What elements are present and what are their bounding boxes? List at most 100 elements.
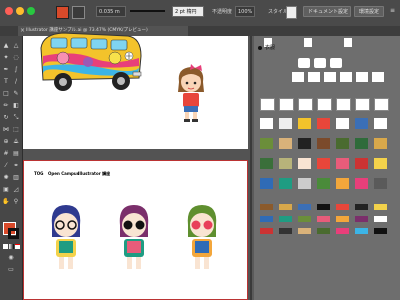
brush-definition-field[interactable]: 2 pt 楕円 [172,6,204,17]
selection-tool-icon[interactable]: ▲ [2,42,10,50]
minimize-window-icon[interactable] [16,7,24,15]
clothing-item[interactable] [317,138,330,149]
clothing-item[interactable] [260,98,275,111]
pants-item[interactable] [374,228,387,234]
pants-item[interactable] [279,204,292,210]
document-setup-button[interactable]: ドキュメント設定 [303,6,351,17]
shirt-template[interactable] [340,72,352,82]
canvas-area[interactable]: TOG Open Campus Illustrator 講座 [23,32,250,300]
direct-selection-icon[interactable]: △ [12,42,20,50]
line-tool-icon[interactable]: / [12,78,20,86]
pants-item[interactable] [336,204,349,210]
clothing-item[interactable] [260,158,273,169]
close-tab-icon[interactable]: × [20,27,25,35]
zoom-window-icon[interactable] [27,7,35,15]
pants-item[interactable] [355,228,368,234]
pants-item[interactable] [355,216,368,222]
mesh-icon[interactable]: # [2,150,10,158]
curvature-tool-icon[interactable]: ∫ [12,66,20,74]
rectangle-tool-icon[interactable]: □ [2,90,10,98]
panel-menu-icon[interactable]: ≡ [390,7,395,14]
clothing-item[interactable] [304,38,312,47]
preferences-button[interactable]: 環境設定 [354,6,384,17]
type-tool-icon[interactable]: T [2,78,10,86]
chibi-character-2[interactable] [114,203,154,273]
pants-item[interactable] [260,204,273,210]
clothing-item[interactable] [279,118,292,129]
pants-item[interactable] [260,228,273,234]
pants-item[interactable] [298,228,311,234]
clothing-item[interactable] [355,178,368,189]
clothing-item[interactable] [336,98,351,111]
none-mode-icon[interactable] [15,244,20,249]
close-window-icon[interactable] [5,7,13,15]
stroke-color-swatch[interactable] [72,6,85,19]
clothing-item[interactable] [355,158,368,169]
pants-item[interactable] [355,204,368,210]
clothing-item[interactable] [260,138,273,149]
clothing-item[interactable] [336,178,349,189]
clothing-item[interactable] [279,98,294,111]
pants-item[interactable] [336,216,349,222]
clothing-item[interactable] [260,178,273,189]
pants-item[interactable] [317,204,330,210]
stroke-swatch[interactable] [8,228,19,239]
shirt-template[interactable] [292,72,304,82]
shirt-template[interactable] [356,72,368,82]
chibi-character-3[interactable] [182,203,222,273]
pants-item[interactable] [317,228,330,234]
clothing-item[interactable] [374,118,387,129]
zoom-icon[interactable]: ⚲ [12,198,20,206]
shirt-template[interactable] [330,58,342,68]
clothing-item[interactable] [279,158,292,169]
stroke-profile-preview[interactable] [130,10,165,12]
screen-mode-icon[interactable]: ▭ [7,266,15,274]
magic-wand-icon[interactable]: ✦ [2,54,10,62]
shirt-template[interactable] [372,72,384,82]
asset-artboard[interactable]: 衣服 [252,36,400,300]
width-icon[interactable]: ⋈ [2,126,10,134]
clothing-item[interactable] [317,118,330,129]
fill-color-swatch[interactable] [56,6,69,19]
artboard-icon[interactable]: ▣ [2,186,10,194]
pencil-icon[interactable]: ✏ [2,102,10,110]
clothing-item[interactable] [279,178,292,189]
eyedropper-icon[interactable]: ⁄ [2,162,10,170]
clothing-item[interactable] [298,138,311,149]
clothing-item[interactable] [374,138,387,149]
clothing-item[interactable] [355,138,368,149]
blend-icon[interactable]: ⚭ [12,162,20,170]
hippie-van-illustration[interactable] [33,28,143,98]
slice-icon[interactable]: ◿ [12,186,20,194]
artboard-1[interactable] [23,32,248,149]
clothing-item[interactable] [336,138,349,149]
pants-item[interactable] [298,204,311,210]
stroke-weight-field[interactable]: 0.035 m [96,6,126,17]
style-swatch[interactable] [286,6,297,19]
pants-item[interactable] [279,228,292,234]
hand-icon[interactable]: ✋ [2,198,10,206]
pants-item[interactable] [336,228,349,234]
clothing-item[interactable] [317,178,330,189]
pants-item[interactable] [374,216,387,222]
scale-icon[interactable]: ⤡ [12,114,20,122]
rotate-icon[interactable]: ↻ [2,114,10,122]
clothing-item[interactable] [344,38,352,47]
clothing-item[interactable] [317,98,332,111]
draw-mode-icon[interactable]: ◉ [7,254,15,262]
clothing-item[interactable] [336,158,349,169]
symbol-sprayer-icon[interactable]: ✺ [2,174,10,182]
shirt-template[interactable] [324,72,336,82]
shape-builder-icon[interactable]: ⊕ [2,138,10,146]
clothing-item[interactable] [298,118,311,129]
opacity-field[interactable]: 100% [235,6,255,17]
gradient-mode-icon[interactable] [9,244,14,249]
perspective-grid-icon[interactable]: ⟁ [12,138,20,146]
clothing-item[interactable] [279,138,292,149]
eraser-icon[interactable]: ◧ [12,102,20,110]
chibi-character-1[interactable] [46,203,86,273]
gradient-icon[interactable]: ▤ [12,150,20,158]
pants-item[interactable] [317,216,330,222]
clothing-item[interactable] [260,118,273,129]
graph-icon[interactable]: ▥ [12,174,20,182]
